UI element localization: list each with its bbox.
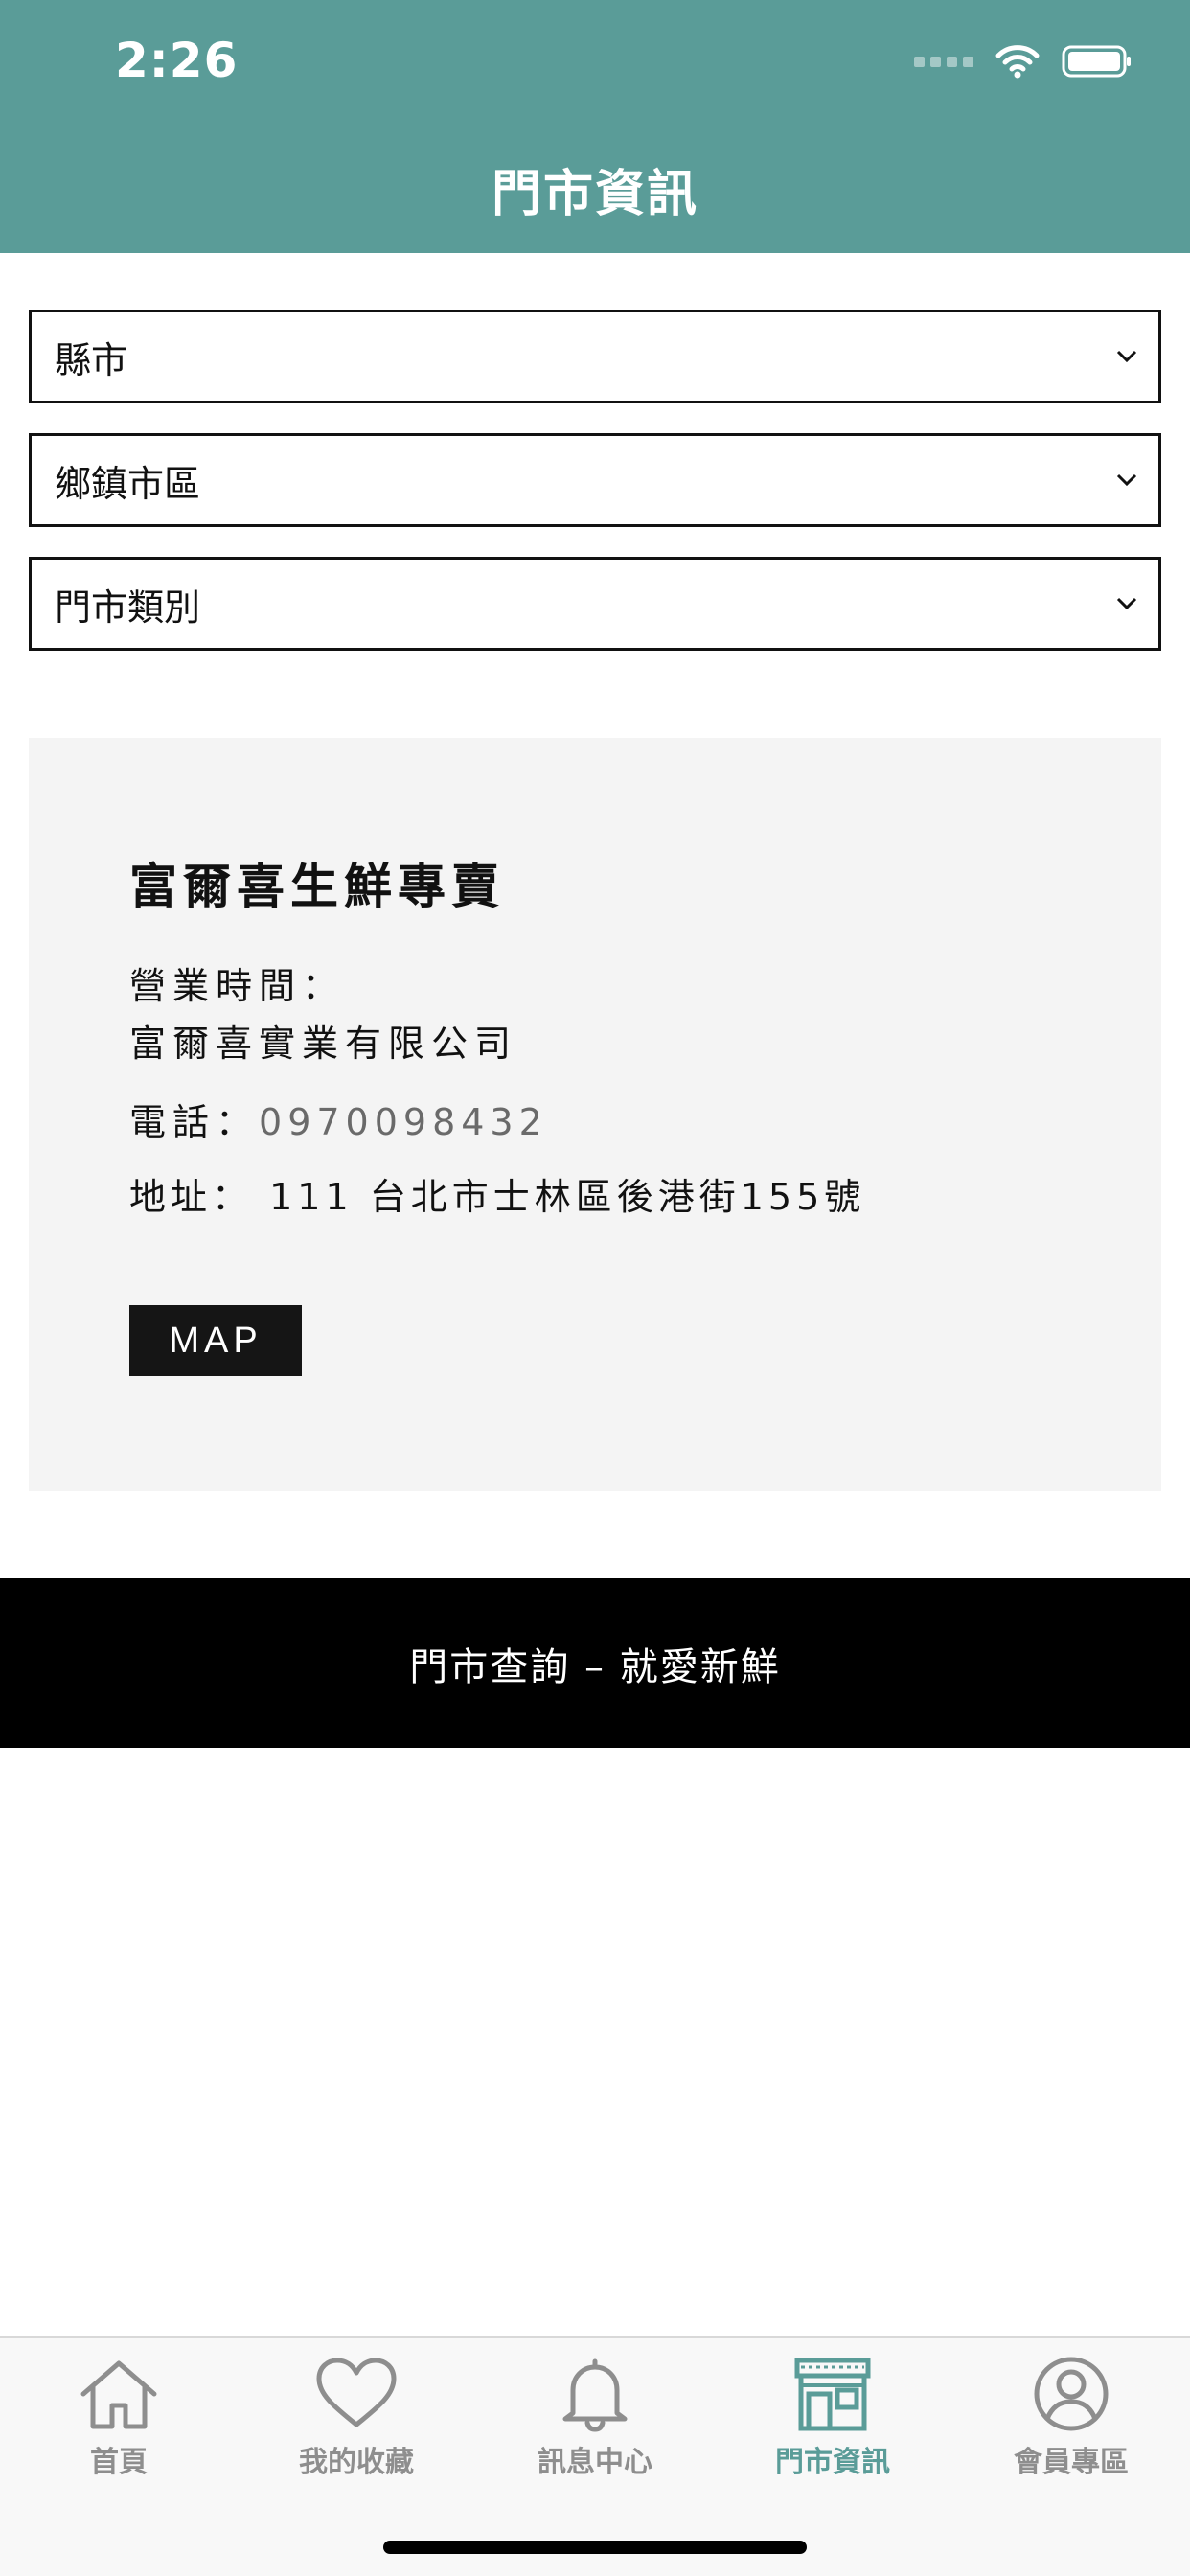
cellular-signal-icon [914, 56, 973, 67]
map-button[interactable]: MAP [129, 1305, 302, 1376]
phone-label: 電話： [129, 1101, 260, 1143]
tab-home-label: 首頁 [90, 2446, 148, 2479]
store-info-screen: 2:26 門市資訊 縣市 鄉鎮市區 門市類別 富爾喜生鮮專賣 營業時間： 富爾喜… [0, 0, 1190, 2576]
store-icon [790, 2356, 876, 2432]
tab-store-info[interactable]: 門市資訊 [714, 2356, 951, 2499]
chevron-down-icon [1116, 597, 1137, 610]
home-indicator[interactable] [383, 2541, 807, 2554]
heart-icon [313, 2356, 400, 2432]
address-label: 地址： [129, 1176, 254, 1218]
status-indicators [914, 42, 1133, 80]
district-select-label: 鄉鎮市區 [55, 462, 201, 505]
battery-icon [1062, 44, 1133, 79]
tab-messages-label: 訊息中心 [538, 2446, 652, 2479]
home-icon [76, 2356, 162, 2432]
tab-store-info-label: 門市資訊 [775, 2446, 890, 2479]
district-select[interactable]: 鄉鎮市區 [29, 433, 1161, 527]
status-time: 2:26 [115, 33, 239, 88]
chevron-down-icon [1116, 473, 1137, 487]
chevron-down-icon [1116, 350, 1137, 363]
hours-value: 富爾喜實業有限公司 [129, 1023, 518, 1065]
store-type-select[interactable]: 門市類別 [29, 557, 1161, 651]
wifi-icon [995, 44, 1041, 79]
hours-label: 營業時間： [129, 965, 346, 1007]
store-name: 富爾喜生鮮專賣 [129, 859, 505, 914]
phone-line: 電話：0970098432 [129, 1092, 548, 1145]
app-header: 2:26 門市資訊 [0, 0, 1190, 253]
city-select[interactable]: 縣市 [29, 310, 1161, 403]
store-card: 富爾喜生鮮專賣 營業時間： 富爾喜實業有限公司 電話：0970098432 地址… [29, 738, 1161, 1491]
tab-member[interactable]: 會員專區 [952, 2356, 1190, 2499]
tab-member-label: 會員專區 [1014, 2446, 1129, 2479]
address-value: 111 台北市士林區後港街155號 [269, 1176, 866, 1218]
user-icon [1028, 2356, 1114, 2432]
tab-favorites[interactable]: 我的收藏 [238, 2356, 475, 2499]
footer-banner: 門市查詢 – 就愛新鮮 [0, 1578, 1190, 1748]
banner-text: 門市查詢 – 就愛新鮮 [409, 1644, 781, 1690]
bell-icon [552, 2356, 638, 2432]
phone-number[interactable]: 0970098432 [259, 1101, 548, 1143]
tab-messages[interactable]: 訊息中心 [476, 2356, 714, 2499]
tab-home[interactable]: 首頁 [0, 2356, 238, 2499]
tab-favorites-label: 我的收藏 [299, 2446, 414, 2479]
address-line: 地址： 111 台北市士林區後港街155號 [129, 1167, 865, 1220]
page-title: 門市資訊 [491, 166, 698, 223]
store-type-select-label: 門市類別 [55, 586, 201, 629]
city-select-label: 縣市 [55, 338, 128, 381]
